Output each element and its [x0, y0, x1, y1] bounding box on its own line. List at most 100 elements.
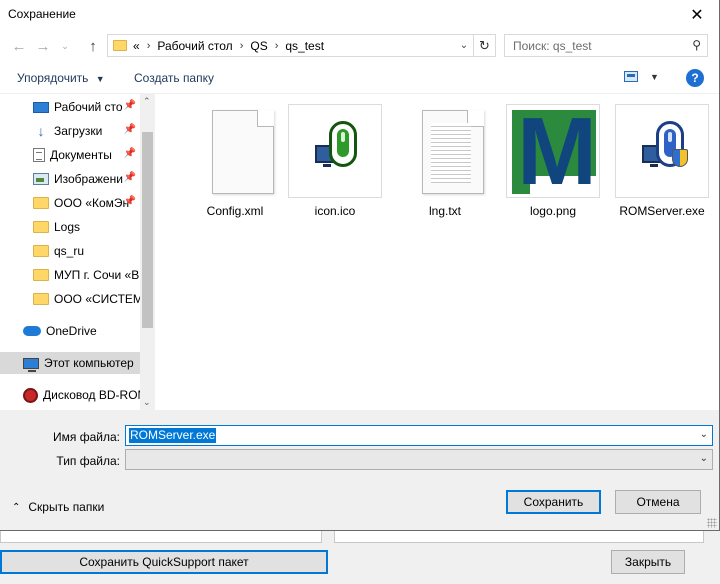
computer-icon — [23, 357, 39, 372]
sidebar-item-this-pc[interactable]: Этот компьютер — [0, 352, 140, 374]
file-name: icon.ico — [314, 204, 356, 218]
file-list: Config.xml icon.ico lng.txt M logo.png R… — [156, 94, 719, 410]
background-field — [334, 531, 704, 543]
breadcrumb-qs[interactable]: QS — [250, 39, 267, 53]
sidebar-item-label: Загрузки — [54, 124, 103, 138]
sidebar-item-downloads[interactable]: ↓ Загрузки 📌 — [0, 120, 140, 142]
filename-label: Имя файла: — [53, 430, 120, 444]
address-dropdown-icon[interactable]: ⌄ — [455, 35, 473, 56]
documents-icon — [33, 148, 45, 162]
filename-input[interactable]: ROMServer.exe ⌄ — [125, 425, 713, 446]
search-input[interactable]: Поиск: qs_test ⚲ — [504, 34, 708, 57]
breadcrumb-separator: › — [239, 39, 244, 52]
save-dialog: Сохранение ✕ ← → ⌄ ↑ « › Рабочий стол › … — [0, 0, 720, 531]
ico-file-icon — [288, 104, 382, 198]
hide-folders-button[interactable]: ⌃ Скрыть папки — [12, 500, 104, 514]
pin-icon: 📌 — [123, 172, 136, 183]
title-bar: Сохранение ✕ — [0, 0, 719, 30]
filetype-dropdown-icon[interactable]: ⌄ — [700, 453, 708, 464]
file-item-config-xml[interactable]: Config.xml — [185, 104, 285, 220]
scrollbar-thumb[interactable] — [142, 132, 153, 328]
pin-icon: 📌 — [123, 124, 136, 135]
sidebar-item-onedrive[interactable]: OneDrive — [0, 320, 140, 342]
view-options-icon[interactable] — [624, 71, 640, 83]
back-arrow-icon[interactable]: ← — [8, 36, 30, 56]
save-options-panel: Имя файла: ROMServer.exe ⌄ Тип файла: ⌄ … — [0, 410, 719, 530]
sidebar-item-mup-sochi[interactable]: МУП г. Сочи «В — [0, 264, 140, 286]
scroll-up-icon[interactable]: ⌃ — [143, 96, 151, 107]
sidebar-item-sistem[interactable]: ООО «СИСТЕМ — [0, 288, 140, 310]
sidebar-item-qs-ru[interactable]: qs_ru — [0, 240, 140, 262]
up-arrow-icon[interactable]: ↑ — [82, 36, 104, 56]
sidebar-item-bd-rom[interactable]: Дисковод BD-ROM — [0, 384, 140, 406]
navigation-pane: Рабочий сто 📌 ↓ Загрузки 📌 Документы 📌 И… — [0, 94, 155, 410]
disc-drive-icon — [23, 387, 38, 403]
organize-menu-button[interactable]: Упорядочить ▼ — [17, 71, 105, 85]
filename-dropdown-icon[interactable]: ⌄ — [700, 429, 708, 440]
sidebar-item-label: МУП г. Сочи «В — [54, 268, 140, 282]
save-quicksupport-package-button[interactable]: Сохранить QuickSupport пакет — [0, 550, 328, 574]
sidebar-item-label: Рабочий сто — [54, 100, 123, 114]
file-item-logo-png[interactable]: M logo.png — [503, 104, 603, 220]
scroll-down-icon[interactable]: ⌄ — [143, 397, 151, 408]
file-name: lng.txt — [428, 204, 461, 218]
filename-value: ROMServer.exe — [129, 428, 217, 443]
sidebar-item-label: Документы — [50, 148, 112, 162]
sidebar-item-label: Изображени — [54, 172, 123, 186]
folder-icon — [33, 221, 49, 233]
cancel-button[interactable]: Отмена — [615, 490, 701, 514]
close-icon[interactable]: ✕ — [674, 0, 719, 30]
sidebar-item-label: Этот компьютер — [44, 356, 134, 370]
sidebar-item-label: qs_ru — [54, 244, 85, 258]
save-button[interactable]: Сохранить — [506, 490, 601, 514]
xml-file-icon — [188, 104, 282, 198]
folder-icon — [33, 245, 49, 257]
view-dropdown-icon[interactable]: ▼ — [650, 72, 659, 82]
filetype-select[interactable]: ⌄ — [125, 449, 713, 470]
forward-arrow-icon[interactable]: → — [32, 36, 54, 56]
help-icon[interactable]: ? — [686, 69, 704, 87]
sidebar-item-documents[interactable]: Документы 📌 — [0, 144, 140, 166]
breadcrumb-qs-test[interactable]: qs_test — [285, 39, 324, 53]
navigation-scrollbar[interactable]: ⌃ ⌄ — [140, 94, 155, 410]
close-button[interactable]: Закрыть — [611, 550, 685, 574]
file-item-romserver-exe[interactable]: ROMServer.exe — [612, 104, 712, 220]
folder-icon — [33, 197, 49, 209]
sidebar-item-images[interactable]: Изображени 📌 — [0, 168, 140, 190]
refresh-icon[interactable]: ↻ — [473, 35, 495, 56]
file-item-icon-ico[interactable]: icon.ico — [285, 104, 385, 220]
sidebar-item-label: ООО «СИСТЕМ — [54, 292, 140, 306]
png-file-icon: M — [506, 104, 600, 200]
sidebar-item-label: Logs — [54, 220, 81, 234]
pin-icon: 📌 — [123, 148, 136, 159]
sidebar-item-label: OneDrive — [46, 324, 97, 338]
exe-file-icon — [615, 104, 709, 198]
address-bar[interactable]: « › Рабочий стол › QS › qs_test ⌄ ↻ — [107, 34, 496, 57]
file-name: Config.xml — [206, 204, 264, 218]
resize-grip-icon[interactable] — [707, 518, 717, 528]
pin-icon: 📌 — [123, 100, 136, 111]
sidebar-item-logs[interactable]: Logs — [0, 216, 140, 238]
filetype-label: Тип файла: — [56, 454, 120, 468]
onedrive-icon — [23, 326, 41, 336]
file-item-lng-txt[interactable]: lng.txt — [395, 104, 495, 220]
breadcrumb-separator: › — [274, 39, 279, 52]
search-icon[interactable]: ⚲ — [692, 38, 701, 52]
window-title: Сохранение — [8, 7, 76, 21]
breadcrumb-overflow[interactable]: « — [133, 39, 140, 53]
breadcrumb-desktop[interactable]: Рабочий стол — [157, 39, 232, 53]
folder-icon — [113, 40, 127, 51]
text-file-icon — [398, 104, 492, 198]
folder-icon — [33, 269, 49, 281]
sidebar-item-komen[interactable]: ООО «КомЭн 📌 — [0, 192, 140, 214]
sidebar-item-label: ООО «КомЭн — [54, 196, 130, 210]
file-name: ROMServer.exe — [619, 204, 705, 218]
sidebar-item-desktop[interactable]: Рабочий сто 📌 — [0, 96, 140, 118]
new-folder-button[interactable]: Создать папку — [134, 71, 214, 85]
images-icon — [33, 173, 49, 185]
recent-locations-chevron-icon[interactable]: ⌄ — [58, 36, 72, 56]
hide-folders-label: Скрыть папки — [28, 500, 105, 514]
download-icon: ↓ — [37, 123, 45, 139]
sidebar-item-label: Дисковод BD-ROM — [43, 388, 140, 402]
desktop-icon — [33, 101, 49, 113]
